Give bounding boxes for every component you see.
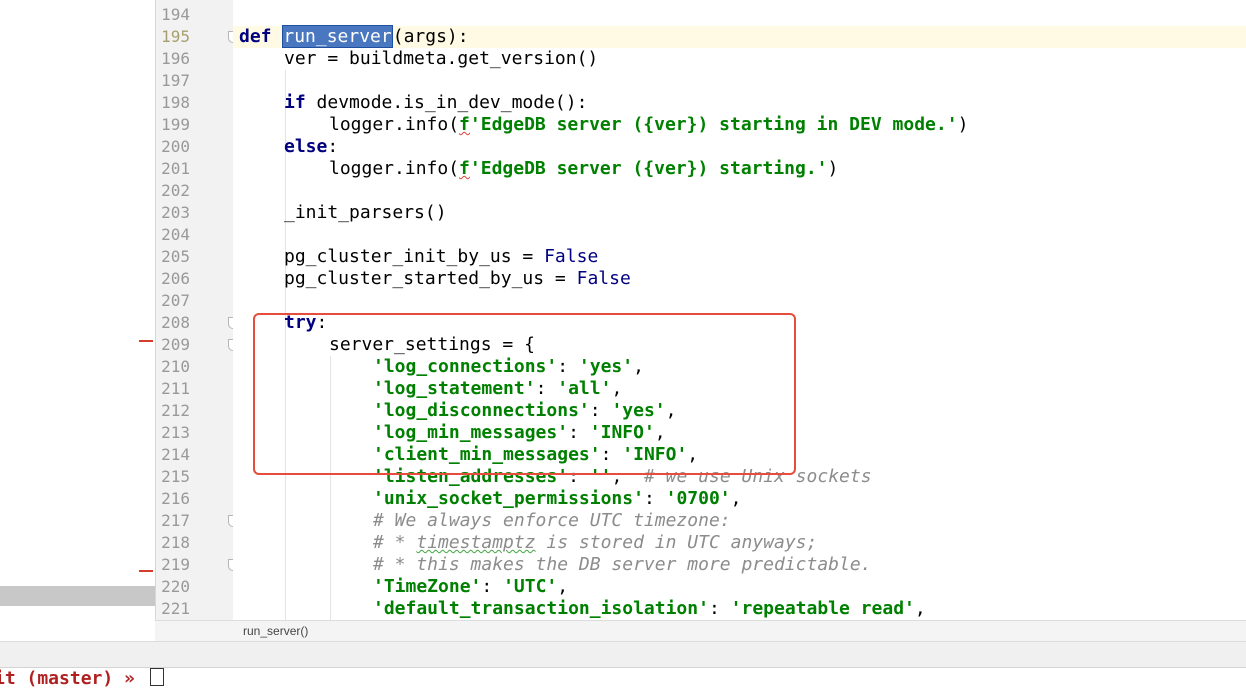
line-number-gutter: 194 195 196 197 198 199 200 201 202 203 204 205 206 2… (155, 0, 238, 620)
line-number: 200 (161, 137, 190, 156)
line-number: 208 (161, 313, 190, 332)
dict-value: 'repeatable read' (730, 598, 915, 619)
terminal-panel[interactable]: it (master) » (0, 641, 1246, 689)
line-number: 210 (161, 357, 190, 376)
code-text: , (730, 488, 742, 509)
code-text: ) (957, 114, 969, 135)
code-text: pg_cluster_init_by_us = (284, 246, 545, 267)
dict-key: 'unix_socket_permissions' (373, 488, 644, 509)
code-line-203: _init_parsers() (284, 202, 447, 223)
line-number: 197 (161, 71, 190, 90)
code-text: , (914, 598, 926, 619)
code-text: devmode.is_in_dev_mode(): (305, 92, 588, 113)
code-text: (args): (392, 26, 469, 47)
selected-function-name[interactable]: run_server (282, 25, 393, 48)
line-number: 201 (161, 159, 190, 178)
code-text: logger.info( (329, 158, 460, 179)
line-number: 198 (161, 93, 190, 112)
code-line-220: 'TimeZone': 'UTC', (373, 576, 568, 598)
annotation-highlight-box (253, 313, 796, 475)
line-number: 212 (161, 401, 190, 420)
code-line-216: 'unix_socket_permissions': '0700', (373, 488, 742, 510)
code-line-200: else: (284, 136, 338, 158)
string-literal: 'EdgeDB server ({ver}) starting.' (469, 158, 828, 179)
line-number: 194 (161, 5, 190, 24)
line-number: 207 (161, 291, 190, 310)
line-number: 195 (161, 27, 190, 46)
comment-text: is stored in UTC anyways; (535, 532, 818, 553)
fstring-prefix: f (459, 158, 470, 179)
line-number: 209 (161, 335, 190, 354)
code-text: pg_cluster_started_by_us = (284, 268, 577, 289)
code-text: : (708, 598, 731, 619)
project-panel (0, 0, 155, 640)
breadcrumb-item[interactable]: run_server() (243, 624, 308, 638)
line-number: 215 (161, 467, 190, 486)
code-line-221: 'default_transaction_isolation': 'repeat… (373, 598, 926, 620)
constant: False (576, 268, 631, 289)
code-text: , (557, 576, 569, 597)
code-line-195: def run_server(args): (239, 25, 469, 48)
change-marker (139, 340, 153, 342)
line-number: 220 (161, 577, 190, 596)
terminal-cursor (150, 668, 164, 686)
line-number: 204 (161, 225, 190, 244)
code-line-201: logger.info(f'EdgeDB server ({ver}) star… (329, 158, 838, 180)
spellcheck-word: timestamptz (416, 532, 536, 553)
keyword: def (239, 26, 272, 47)
code-line-219: # * this makes the DB server more predic… (373, 554, 872, 575)
line-number: 218 (161, 533, 190, 552)
code-line-198: if devmode.is_in_dev_mode(): (284, 92, 587, 114)
code-line-218: # * timestamptz is stored in UTC anyways… (373, 532, 817, 554)
code-line-196: ver = buildmeta.get_version() (284, 48, 599, 69)
line-number: 216 (161, 489, 190, 508)
comment-text: # * (373, 532, 417, 553)
line-number: 214 (161, 445, 190, 464)
dict-key: 'default_transaction_isolation' (373, 598, 709, 619)
line-number: 211 (161, 379, 190, 398)
dict-value: 'UTC' (503, 576, 558, 597)
line-number: 221 (161, 599, 190, 618)
line-number: 206 (161, 269, 190, 288)
line-number: 205 (161, 247, 190, 266)
code-line-217: # We always enforce UTC timezone: (373, 510, 731, 531)
line-number: 213 (161, 423, 190, 442)
fstring-prefix: f (459, 114, 470, 135)
change-marker (139, 570, 153, 572)
keyword: if (284, 92, 306, 113)
code-text: logger.info( (329, 114, 460, 135)
code-line-205: pg_cluster_init_by_us = False (284, 246, 598, 268)
horizontal-scrollbar[interactable] (0, 586, 155, 606)
constant: False (544, 246, 599, 267)
line-number: 219 (161, 555, 190, 574)
string-literal: 'EdgeDB server ({ver}) starting in DEV m… (469, 114, 958, 135)
code-text: : (327, 136, 339, 157)
code-text: : (481, 576, 504, 597)
line-number: 202 (161, 181, 190, 200)
dict-value: '0700' (665, 488, 731, 509)
line-number: 217 (161, 511, 190, 530)
line-number: 199 (161, 115, 190, 134)
code-line-199: logger.info(f'EdgeDB server ({ver}) star… (329, 114, 968, 136)
breadcrumb: run_server() (155, 620, 1246, 642)
code-line-206: pg_cluster_started_by_us = False (284, 268, 631, 290)
code-editor[interactable]: def run_server(args): ver = buildmeta.ge… (233, 0, 1246, 620)
terminal-tab-bar (0, 642, 1246, 668)
dict-key: 'TimeZone' (373, 576, 482, 597)
code-text: ) (827, 158, 839, 179)
line-number: 203 (161, 203, 190, 222)
line-number: 196 (161, 49, 190, 68)
code-text: : (643, 488, 666, 509)
keyword: else (284, 136, 328, 157)
